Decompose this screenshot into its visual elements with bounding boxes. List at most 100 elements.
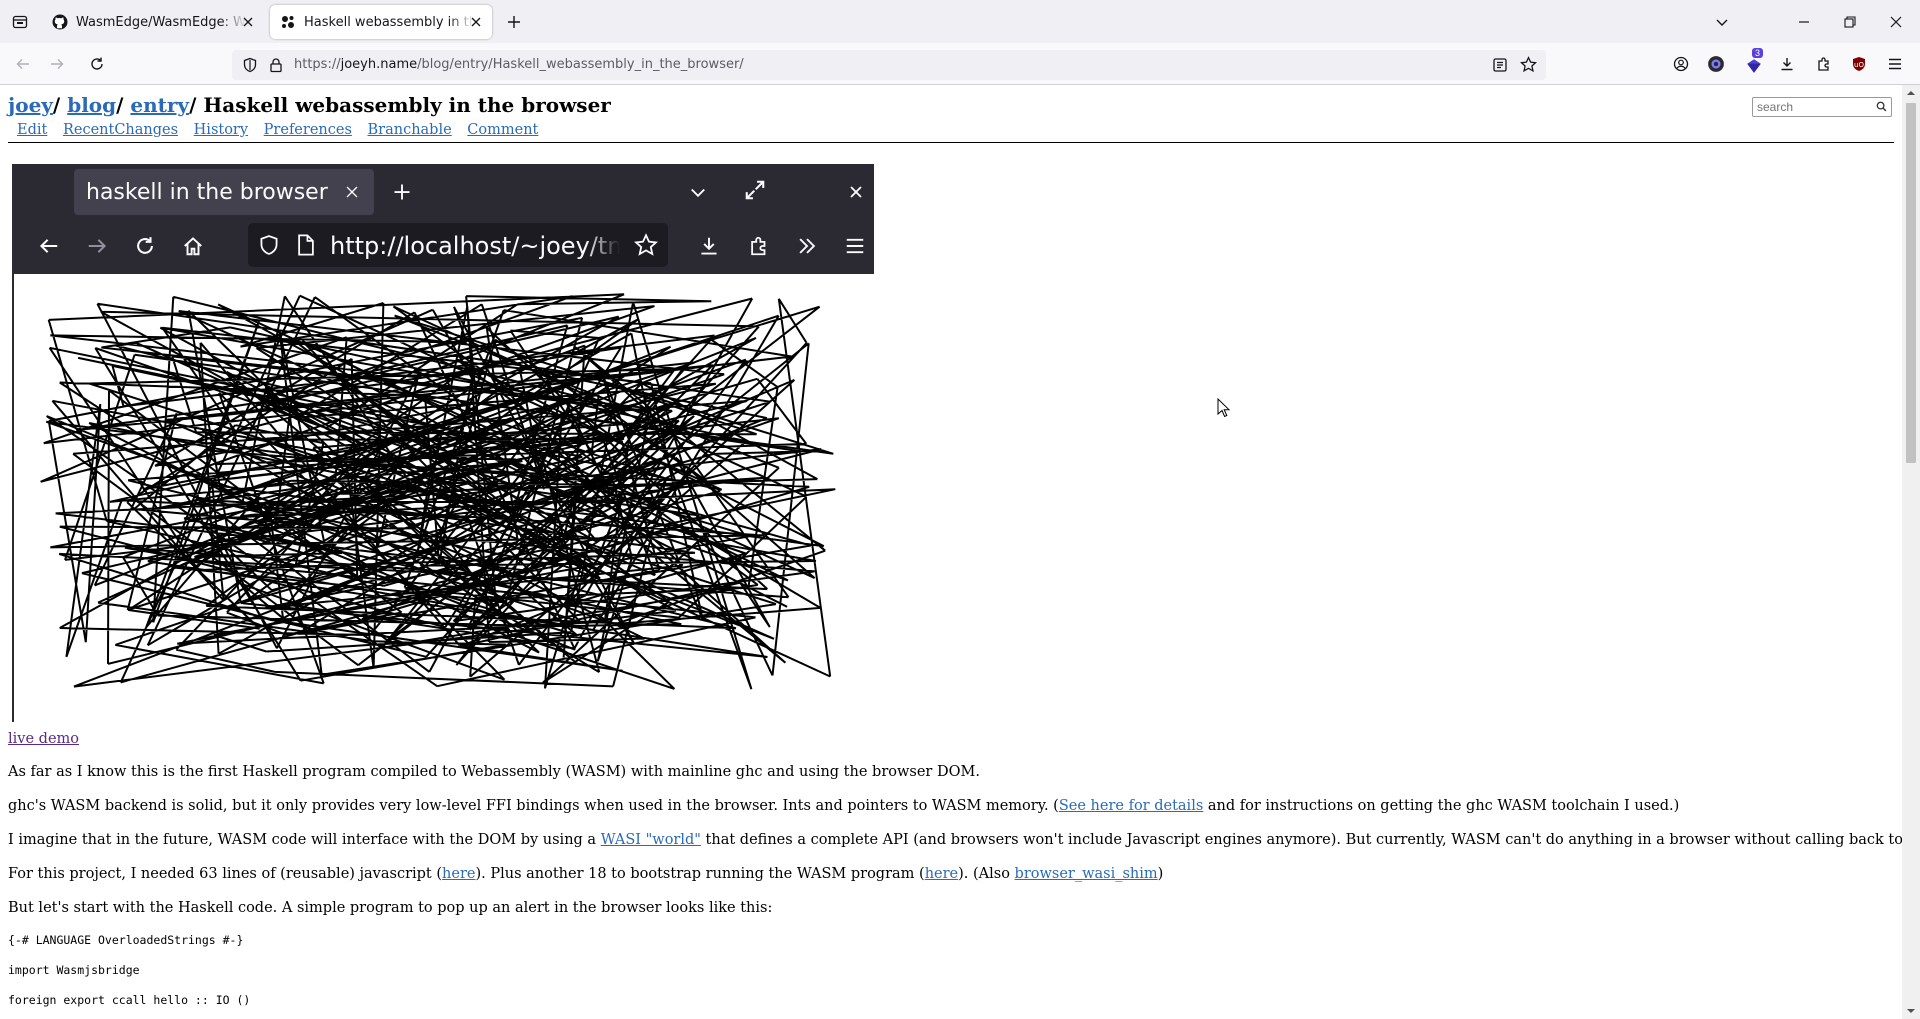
reload-icon (91, 57, 103, 70)
live-demo-link[interactable]: live demo (8, 731, 79, 747)
screenshot-url-bar: http://localhost/~joey/tmp/ (248, 223, 668, 267)
close-icon (346, 186, 358, 198)
restore-button[interactable] (1828, 11, 1872, 33)
list-all-tabs-button[interactable] (1710, 11, 1734, 33)
hamburger-menu-icon (1889, 58, 1901, 70)
breadcrumb-joey[interactable]: joey (8, 93, 53, 117)
branchable-link[interactable]: Branchable (368, 122, 452, 138)
app-menu-button[interactable] (1882, 52, 1908, 76)
navigation-toolbar: https://joeyh.name/blog/entry/Haskell_we… (0, 43, 1920, 85)
reader-view-icon[interactable] (1492, 57, 1508, 73)
paragraph-javascript: For this project, I needed 63 lines of (… (8, 866, 1163, 882)
tab-title: WasmEdge/WasmEdge: WasmEdge is a lightwe… (76, 14, 246, 30)
paragraph-intro: As far as I know this is the first Haske… (8, 764, 980, 780)
header-divider (8, 142, 1894, 143)
ublock-shield-icon: uO (1853, 57, 1865, 71)
edit-link[interactable]: Edit (17, 122, 47, 138)
page-actions: Edit RecentChanges History Preferences B… (17, 122, 549, 138)
demo-screenshot: haskell in the browser http://localhost/… (12, 164, 874, 722)
downloads-button[interactable] (1774, 52, 1800, 76)
extensions-button[interactable] (1811, 52, 1837, 76)
reload-button[interactable] (84, 52, 110, 76)
close-icon (850, 186, 862, 198)
download-icon (701, 237, 717, 255)
new-tab-button[interactable] (500, 11, 528, 33)
tab-wasmedge[interactable]: WasmEdge/WasmEdge: WasmEdge is a lightwe… (42, 5, 264, 39)
screenshot-border (12, 274, 14, 722)
hamburger-menu-icon (846, 238, 864, 254)
home-icon (184, 237, 202, 256)
close-icon (1890, 16, 1902, 28)
extension-button[interactable] (1703, 52, 1729, 76)
paragraph-backend: ghc's WASM backend is solid, but it only… (8, 798, 1679, 814)
comment-link[interactable]: Comment (467, 122, 538, 138)
search-icon[interactable] (1876, 101, 1887, 112)
scroll-up-icon[interactable] (1907, 89, 1915, 97)
close-icon[interactable] (468, 14, 484, 30)
url-scheme: https:// (294, 57, 341, 72)
ublock-button[interactable]: uO (1846, 52, 1872, 76)
url-text[interactable]: https://joeyh.name/blog/entry/Haskell_we… (294, 57, 744, 72)
chevron-double-right-icon (799, 238, 816, 254)
extension-badge-count: 3 (1752, 48, 1764, 58)
breadcrumb-entry[interactable]: entry (130, 93, 189, 117)
forward-button[interactable] (44, 52, 70, 76)
tab-haskell[interactable]: Haskell webassembly in the browser (270, 5, 492, 39)
restore-icon (1844, 16, 1856, 28)
breadcrumb-blog[interactable]: blog (67, 93, 116, 117)
recentchanges-link[interactable]: RecentChanges (63, 122, 178, 138)
history-link[interactable]: History (194, 122, 248, 138)
tab-bar: WasmEdge/WasmEdge: WasmEdge is a lightwe… (0, 0, 1920, 43)
expand-icon (745, 180, 765, 200)
close-window-button[interactable] (1874, 11, 1918, 33)
plus-icon (394, 184, 410, 200)
chevron-down-icon (691, 188, 705, 198)
puzzle-icon (1818, 57, 1829, 71)
plus-icon (508, 16, 520, 28)
breadcrumb-separator: / (116, 93, 124, 117)
tracking-shield-icon[interactable] (242, 57, 258, 73)
bookmark-star-icon[interactable] (1520, 56, 1537, 73)
close-icon[interactable] (240, 14, 256, 30)
minimize-icon (1799, 21, 1809, 23)
arrow-left-icon (16, 59, 29, 69)
github-icon (52, 14, 68, 30)
account-button[interactable] (1668, 52, 1694, 76)
page-scrollbar[interactable] (1902, 85, 1920, 1019)
account-icon (1673, 56, 1689, 72)
see-here-for-details-link[interactable]: See here for details (1059, 798, 1203, 814)
breadcrumb-separator: / (52, 93, 61, 117)
minimize-button[interactable] (1782, 11, 1826, 33)
browser-wasi-shim-link[interactable]: browser_wasi_shim (1015, 866, 1158, 882)
search-input[interactable] (1752, 97, 1892, 117)
address-bar[interactable]: https://joeyh.name/blog/entry/Haskell_we… (232, 50, 1546, 80)
scrollbar-thumb[interactable] (1906, 103, 1916, 463)
page-title: Haskell webassembly in the browser (203, 93, 611, 117)
arrow-right-icon (51, 59, 64, 69)
url-host: joeyh.name (340, 57, 418, 72)
tab-title: Haskell webassembly in the browser (304, 14, 474, 30)
back-button[interactable] (10, 52, 36, 76)
bootstrap-here-link[interactable]: here (925, 866, 958, 882)
text-span: and for instructions on getting the ghc … (1203, 798, 1680, 814)
lock-icon[interactable] (268, 57, 284, 73)
extension-badge-button[interactable]: 3 (1740, 48, 1768, 77)
wasi-world-link[interactable]: WASI "world" (601, 832, 701, 848)
code-line: foreign export ccall hello :: IO () (8, 993, 251, 1007)
javascript-here-link[interactable]: here (442, 866, 475, 882)
scroll-down-icon[interactable] (1907, 1007, 1915, 1015)
random-lines (40, 293, 836, 690)
page-content: joey/ blog/ entry/ Haskell webassembly i… (0, 85, 1902, 1019)
arrow-left-icon (39, 239, 58, 253)
code-line: import Wasmjsbridge (8, 963, 140, 977)
puzzle-gem-icon (1747, 59, 1761, 73)
mouse-cursor-icon (1217, 398, 1230, 418)
preferences-link[interactable]: Preferences (264, 122, 352, 138)
extension-mask-icon (1708, 56, 1724, 72)
bookmark-star-icon (634, 233, 658, 256)
firefox-view-button[interactable] (8, 13, 32, 31)
screenshot-browser-chrome: haskell in the browser http://localhost/… (12, 164, 874, 274)
screenshot-tab-title: haskell in the browser (86, 179, 328, 205)
reload-icon (137, 237, 153, 254)
chevron-down-icon (1716, 19, 1728, 26)
